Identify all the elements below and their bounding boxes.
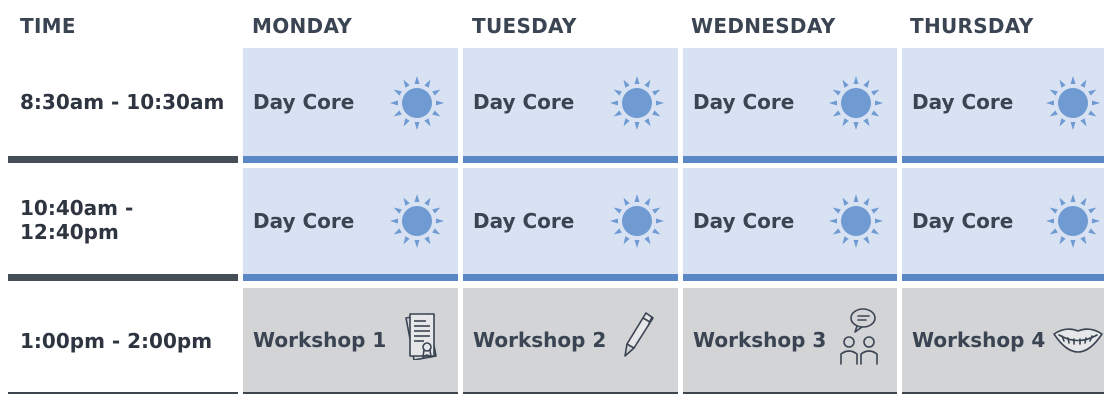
workshop-label: Workshop 2: [473, 328, 607, 352]
people-talking-icon: [840, 308, 878, 365]
row-divider: [8, 156, 238, 163]
sun-icon: [829, 194, 883, 248]
session-label: Day Core: [693, 209, 795, 233]
workshop-label: Workshop 4: [912, 328, 1046, 352]
certificate-document-icon: [405, 313, 437, 360]
session-cell[interactable]: Day Core: [902, 48, 1104, 163]
session-label: Day Core: [912, 90, 1014, 114]
session-label: Day Core: [473, 90, 575, 114]
workshop-cell[interactable]: Workshop 4: [902, 288, 1104, 394]
header-wednesday: WEDNESDAY: [691, 14, 836, 38]
session-cell[interactable]: Day Core: [243, 48, 458, 163]
session-cell[interactable]: Day Core: [463, 48, 678, 163]
sun-icon: [1046, 76, 1100, 130]
sun-icon: [610, 194, 664, 248]
session-cell[interactable]: Day Core: [243, 168, 458, 281]
time-slot-1: 8:30am - 10:30am: [20, 90, 225, 114]
header-monday: MONDAY: [252, 14, 353, 38]
session-label: Day Core: [693, 90, 795, 114]
workshop-label: Workshop 3: [693, 328, 827, 352]
header-tuesday: TUESDAY: [472, 14, 577, 38]
header-time: TIME: [20, 14, 76, 38]
sun-icon: [610, 76, 664, 130]
smiling-mouth-icon: [1053, 328, 1103, 353]
workshop-cell[interactable]: Workshop 1: [243, 288, 458, 394]
workshop-label: Workshop 1: [253, 328, 387, 352]
session-cell[interactable]: Day Core: [683, 168, 897, 281]
pen-icon: [624, 312, 654, 357]
sun-icon: [829, 76, 883, 130]
session-cell[interactable]: Day Core: [902, 168, 1104, 281]
row-divider: [8, 274, 238, 281]
sun-icon: [390, 76, 444, 130]
session-label: Day Core: [253, 209, 355, 233]
session-label: Day Core: [253, 90, 355, 114]
session-cell[interactable]: Day Core: [683, 48, 897, 163]
workshop-cell[interactable]: Workshop 2: [463, 288, 678, 394]
sun-icon: [1046, 194, 1100, 248]
session-label: Day Core: [912, 209, 1014, 233]
header-thursday: THURSDAY: [910, 14, 1034, 38]
time-slot-3: 1:00pm - 2:00pm: [20, 329, 213, 353]
sun-icon: [390, 194, 444, 248]
session-label: Day Core: [473, 209, 575, 233]
workshop-cell[interactable]: Workshop 3: [683, 288, 897, 394]
time-slot-2: 10:40am - 12:40pm: [20, 196, 134, 244]
session-cell[interactable]: Day Core: [463, 168, 678, 281]
